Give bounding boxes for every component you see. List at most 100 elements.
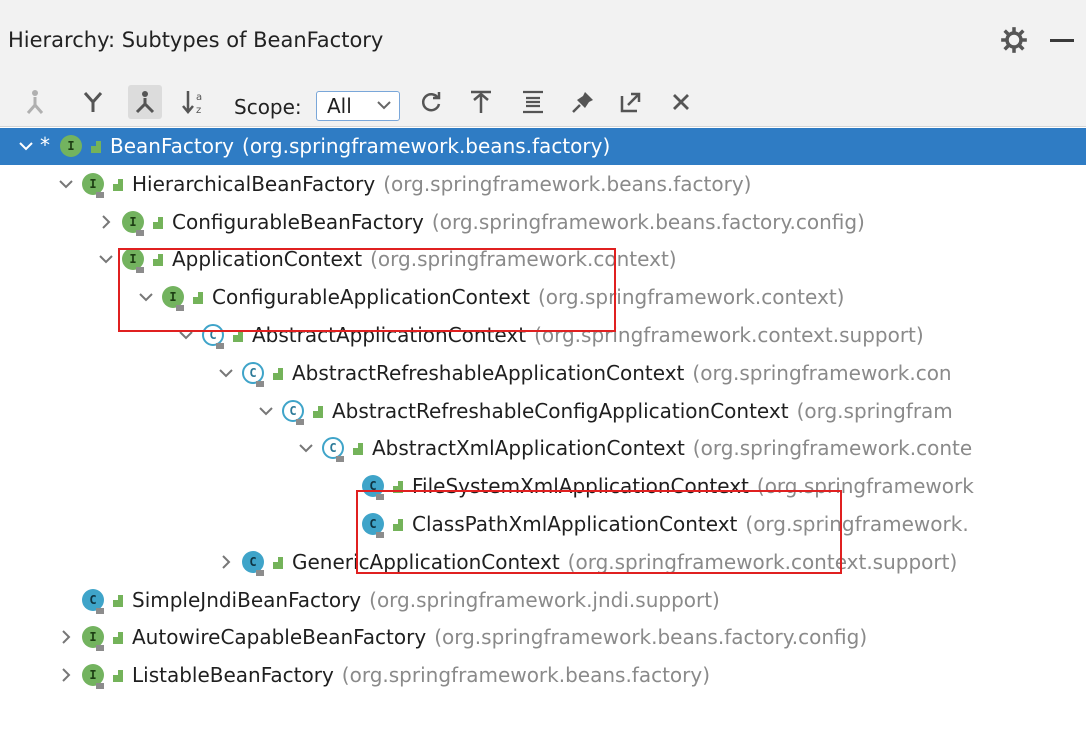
tree-node[interactable]: I ConfigurableBeanFactory (org.springframe… [0,204,1086,241]
chevron-down-icon[interactable] [18,138,34,154]
tree-node-label: FileSystemXmlApplicationContext (org.spri… [412,474,974,498]
class-name: AbstractXmlApplicationContext [372,436,685,461]
chevron-down-icon[interactable] [178,327,194,343]
tree-node-label: ConfigurableApplicationContext (org.sprin… [212,285,844,309]
minimize-icon[interactable] [1050,39,1074,42]
chevron-down-icon [377,101,391,110]
class-name: ListableBeanFactory [132,663,334,688]
tree-node-label: AbstractXmlApplicationContext (org.spring… [372,436,972,460]
tree-node[interactable]: C GenericApplicationContext (org.springfra… [0,544,1086,581]
package-name: (org.springframework.conte [692,436,973,461]
supertypes-hierarchy-icon[interactable] [18,85,52,119]
public-access-icon [353,443,363,456]
tree-node[interactable]: C SimpleJndiBeanFactory (org.springframewo… [0,582,1086,619]
svg-text:z: z [196,105,201,115]
public-access-icon [113,632,123,645]
chevron-down-icon[interactable] [218,365,234,381]
gear-icon[interactable] [1000,26,1028,54]
export-icon[interactable] [614,85,648,119]
tree-node[interactable]: C AbstractXmlApplicationContext (org.sprin… [0,430,1086,467]
chevron-down-icon[interactable] [58,176,74,192]
lock-icon [136,229,144,236]
class-name: HierarchicalBeanFactory [132,171,376,196]
tree-node[interactable]: C FileSystemXmlApplicationContext (org.spr… [0,468,1086,505]
class-name: ClassPathXmlApplicationContext [412,512,738,536]
scope-value: All [327,94,352,118]
lock-icon [376,532,384,538]
collapse-all-icon[interactable] [516,85,550,119]
tree-node-label: ClassPathXmlApplicationContext (org.sprin… [412,512,969,536]
class-name: FileSystemXmlApplicationContext [412,474,749,499]
tree-node[interactable]: C AbstractApplicationContext (org.springfr… [0,317,1086,354]
sort-alphabetically-icon[interactable]: az [178,85,212,119]
expand-all-icon[interactable] [464,85,498,119]
class-name: GenericApplicationContext [292,549,560,574]
lock-icon [256,380,264,387]
lock-icon [96,191,104,198]
tree-node[interactable]: I ConfigurableApplicationContext (org.spri… [0,279,1086,316]
chevron-right-icon[interactable] [98,214,114,230]
lock-icon [136,267,144,274]
tree-node[interactable]: I AutowireCapableBeanFactory (org.springfr… [0,619,1086,656]
tree-node[interactable]: C ClassPathXmlApplicationContext (org.spri… [0,506,1086,543]
package-name: (org.springframework.context.support) [567,549,958,574]
public-access-icon [313,405,323,418]
lock-icon [176,305,184,312]
scope-dropdown[interactable]: All [316,91,400,121]
tree-node[interactable]: I ApplicationContext (org.springframework.… [0,241,1086,278]
refresh-icon[interactable] [414,85,448,119]
tree-node[interactable]: I ListableBeanFactory (org.springframework… [0,657,1086,694]
chevron-right-icon[interactable] [58,629,74,645]
chevron-right-icon[interactable] [58,667,74,683]
tree-node[interactable]: I HierarchicalBeanFactory (org.springframe… [0,166,1086,203]
chevron-down-icon[interactable] [138,289,154,305]
public-access-icon [91,141,101,153]
pin-icon[interactable] [566,85,600,119]
public-access-icon [233,330,243,342]
toolbar: az Scope: All [0,78,1086,127]
class-name: AbstractRefreshableConfigApplicationCont… [332,398,789,423]
package-name: (org.springframework.context) [537,285,845,310]
public-access-icon [393,481,403,494]
tree-node[interactable]: C AbstractRefreshableApplicationContext (o… [0,355,1086,392]
class-name: ConfigurableBeanFactory [172,209,424,234]
class-name: ConfigurableApplicationContext [212,285,530,310]
public-access-icon [153,216,163,229]
package-name: (org.springfram [796,398,953,423]
lock-icon [296,418,304,425]
class-name: BeanFactory [110,134,235,158]
tree-node[interactable]: C AbstractRefreshableConfigApplicationCon… [0,393,1086,430]
chevron-right-icon[interactable] [218,554,234,570]
tree-node-label: ConfigurableBeanFactory (org.springframew… [172,210,865,234]
subtypes-hierarchy-icon[interactable] [76,85,110,119]
panel-header: Hierarchy: Subtypes of BeanFactory [0,0,1086,90]
interface-icon: I [60,135,82,157]
public-access-icon [113,178,123,191]
public-access-icon [273,556,283,569]
public-access-icon [273,367,283,380]
class-name: AbstractApplicationContext [252,323,527,347]
public-access-icon [393,519,403,531]
package-name: (org.springframework.context.support) [534,323,924,347]
close-icon[interactable] [664,85,698,119]
scope-label: Scope: [234,95,302,119]
base-marker-icon: * [40,133,50,157]
package-name: (org.springframework.beans.factory.confi… [431,209,865,234]
package-name: (org.springframework.beans.factory) [242,134,611,158]
chevron-down-icon[interactable] [98,251,114,267]
public-access-icon [193,292,203,305]
svg-text:a: a [196,92,202,103]
chevron-down-icon[interactable] [258,403,274,419]
lock-icon [96,683,104,690]
lock-icon [256,569,264,576]
public-access-icon [113,594,123,607]
tree-node-label: ApplicationContext (org.springframework.c… [172,247,677,271]
tree-node-label: BeanFactory (org.springframework.beans.fa… [110,134,610,158]
tree-node-label: SimpleJndiBeanFactory (org.springframewor… [132,588,720,612]
tree-node[interactable]: * I BeanFactory (org.springframework.beans.… [0,128,1086,165]
tree-node-label: HierarchicalBeanFactory (org.springframew… [132,172,751,196]
package-name: (org.springframework.beans.factory) [383,171,752,196]
class-hierarchy-icon[interactable] [128,85,162,119]
chevron-down-icon[interactable] [298,440,314,456]
package-name: (org.springframework.con [692,360,952,385]
